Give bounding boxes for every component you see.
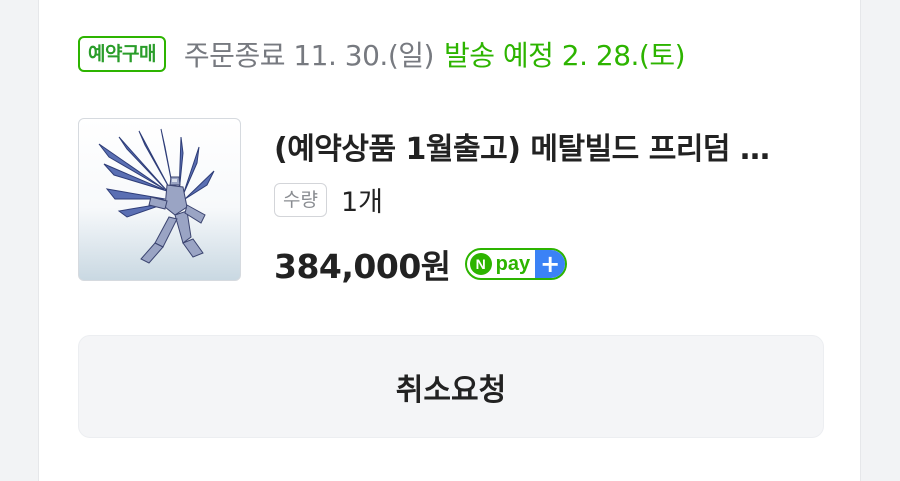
npay-plus-logo: N pay +	[464, 248, 568, 280]
order-status-row: 예약구매 주문종료 11. 30.(일) 발송 예정 2. 28.(토)	[78, 34, 686, 74]
product-price: 384,000원	[274, 247, 451, 286]
order-card: 예약구매 주문종료 11. 30.(일) 발송 예정 2. 28.(토) (예약…	[38, 0, 861, 481]
npay-label: pay	[495, 252, 531, 275]
quantity-label: 수량	[274, 182, 327, 217]
robot-figure-image	[98, 128, 215, 264]
quantity-row: 수량 1개	[274, 180, 383, 219]
product-title[interactable]: (예약상품 1월출고) 메탈빌드 프리덤 …	[274, 124, 834, 168]
preorder-badge: 예약구매	[78, 36, 166, 72]
cancel-request-button[interactable]: 취소요청	[78, 335, 824, 438]
plus-icon: +	[535, 250, 566, 278]
shipping-date: 발송 예정 2. 28.(토)	[443, 39, 686, 72]
product-thumbnail[interactable]	[78, 118, 241, 281]
npay-n-icon: N	[469, 253, 492, 275]
quantity-value: 1개	[340, 187, 383, 218]
order-deadline: 주문종료 11. 30.(일)	[183, 39, 435, 72]
price-row: 384,000원 N pay +	[274, 240, 568, 288]
